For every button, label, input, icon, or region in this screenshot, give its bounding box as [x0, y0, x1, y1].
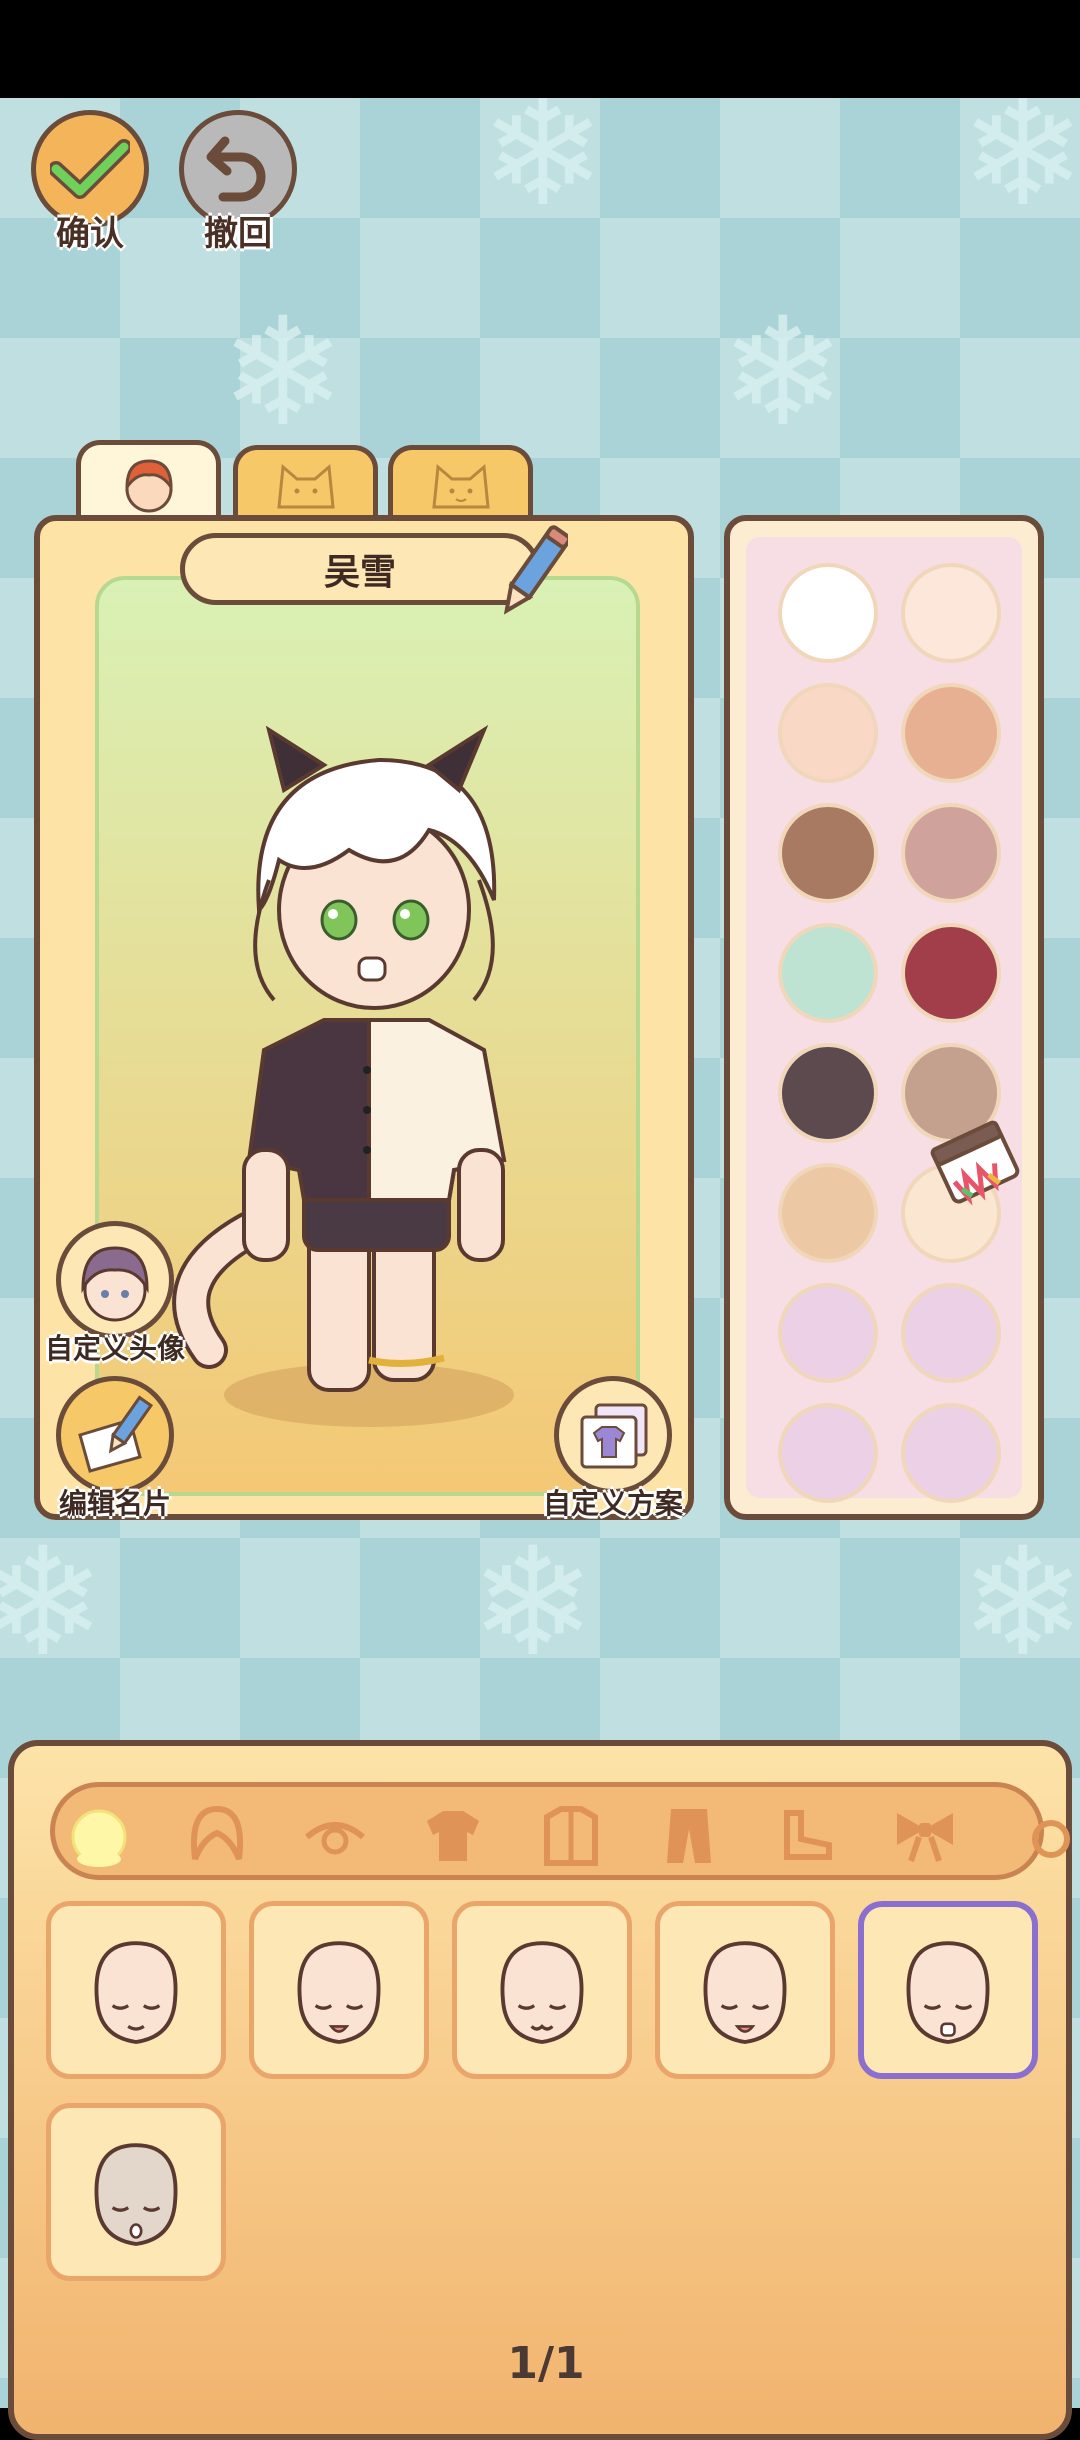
color-swatch[interactable]	[901, 803, 1001, 903]
paint-bucket-icon	[922, 1111, 1032, 1225]
color-palette-panel	[724, 515, 1044, 1520]
snowflake-decoration: ❄	[470, 1516, 596, 1690]
face-preview-icon	[94, 2143, 178, 2246]
eye-icon[interactable]	[299, 1799, 371, 1871]
undo-button[interactable]: 撤回	[178, 110, 298, 260]
category-bar	[50, 1782, 1070, 1880]
tab-cat-face[interactable]	[233, 445, 378, 523]
edit-card-icon	[56, 1376, 174, 1494]
custom-avatar-label: 自定义头像	[45, 1332, 186, 1365]
shirt-icon[interactable]	[417, 1799, 489, 1871]
color-swatch[interactable]	[778, 1283, 878, 1383]
face-preview-icon	[94, 1941, 178, 2044]
shoe-icon[interactable]	[771, 1799, 843, 1871]
character-name-plate[interactable]: 吴雪	[180, 533, 540, 605]
snowflake-decoration: ❄	[480, 98, 606, 240]
snowflake-decoration: ❄	[0, 1516, 106, 1690]
accessory-icon[interactable]	[1007, 1799, 1079, 1871]
pants-icon[interactable]	[653, 1799, 725, 1871]
color-swatch[interactable]	[778, 803, 878, 903]
custom-avatar-button[interactable]: 自定义头像	[45, 1221, 185, 1367]
face-item[interactable]	[655, 1901, 835, 2079]
character-panel: 吴雪 自定义头像 编辑名片 自定义方案	[34, 515, 694, 1520]
tab-cat-face-alt[interactable]	[388, 445, 533, 523]
pencil-icon[interactable]	[498, 523, 572, 627]
undo-label: 撤回	[204, 214, 272, 254]
face-item[interactable]	[452, 1901, 632, 2079]
color-swatch[interactable]	[901, 683, 1001, 783]
snowflake-decoration: ❄	[220, 286, 346, 460]
page-indicator: 1/1	[507, 2338, 585, 2389]
cat-face-icon	[426, 457, 496, 517]
color-swatch[interactable]	[901, 923, 1001, 1023]
edit-card-label: 编辑名片	[58, 1487, 171, 1520]
face-preview-icon	[906, 1941, 990, 2044]
color-swatch-grid	[746, 537, 1022, 1503]
edit-card-button[interactable]: 编辑名片	[45, 1376, 185, 1522]
custom-plan-label: 自定义方案	[543, 1487, 684, 1520]
color-swatch[interactable]	[778, 1043, 878, 1143]
custom-plan-button[interactable]: 自定义方案	[543, 1376, 683, 1522]
color-swatch[interactable]	[778, 563, 878, 663]
hair-icon[interactable]	[181, 1799, 253, 1871]
status-bar	[0, 0, 1080, 98]
face-icon[interactable]	[63, 1799, 135, 1871]
avatar	[56, 1221, 174, 1339]
face-preview-icon	[297, 1941, 381, 2044]
item-selection-panel: 1/1	[8, 1740, 1072, 2440]
color-swatch[interactable]	[778, 683, 878, 783]
face-item[interactable]	[46, 2103, 226, 2281]
confirm-label: 确认	[56, 214, 124, 254]
color-swatch[interactable]	[778, 1163, 878, 1263]
face-item[interactable]	[46, 1901, 226, 2079]
coat-icon[interactable]	[535, 1799, 607, 1871]
snowflake-decoration: ❄	[720, 286, 846, 460]
bow-icon[interactable]	[889, 1799, 961, 1871]
face-preview-icon	[703, 1941, 787, 2044]
boy-face-icon	[117, 453, 181, 521]
face-item[interactable]	[249, 1901, 429, 2079]
snowflake-decoration: ❄	[960, 1516, 1080, 1690]
color-swatch[interactable]	[778, 1403, 878, 1503]
color-swatch[interactable]	[901, 1283, 1001, 1383]
color-swatch[interactable]	[901, 1403, 1001, 1503]
face-preview-icon	[500, 1941, 584, 2044]
snowflake-decoration: ❄	[960, 98, 1080, 240]
confirm-button[interactable]: 确认	[30, 110, 150, 260]
color-swatch[interactable]	[778, 923, 878, 1023]
face-item[interactable]	[858, 1901, 1038, 2079]
character-name: 吴雪	[323, 552, 396, 593]
color-swatch[interactable]	[901, 563, 1001, 663]
cat-face-icon	[271, 457, 341, 517]
outfit-plan-icon	[554, 1376, 672, 1494]
